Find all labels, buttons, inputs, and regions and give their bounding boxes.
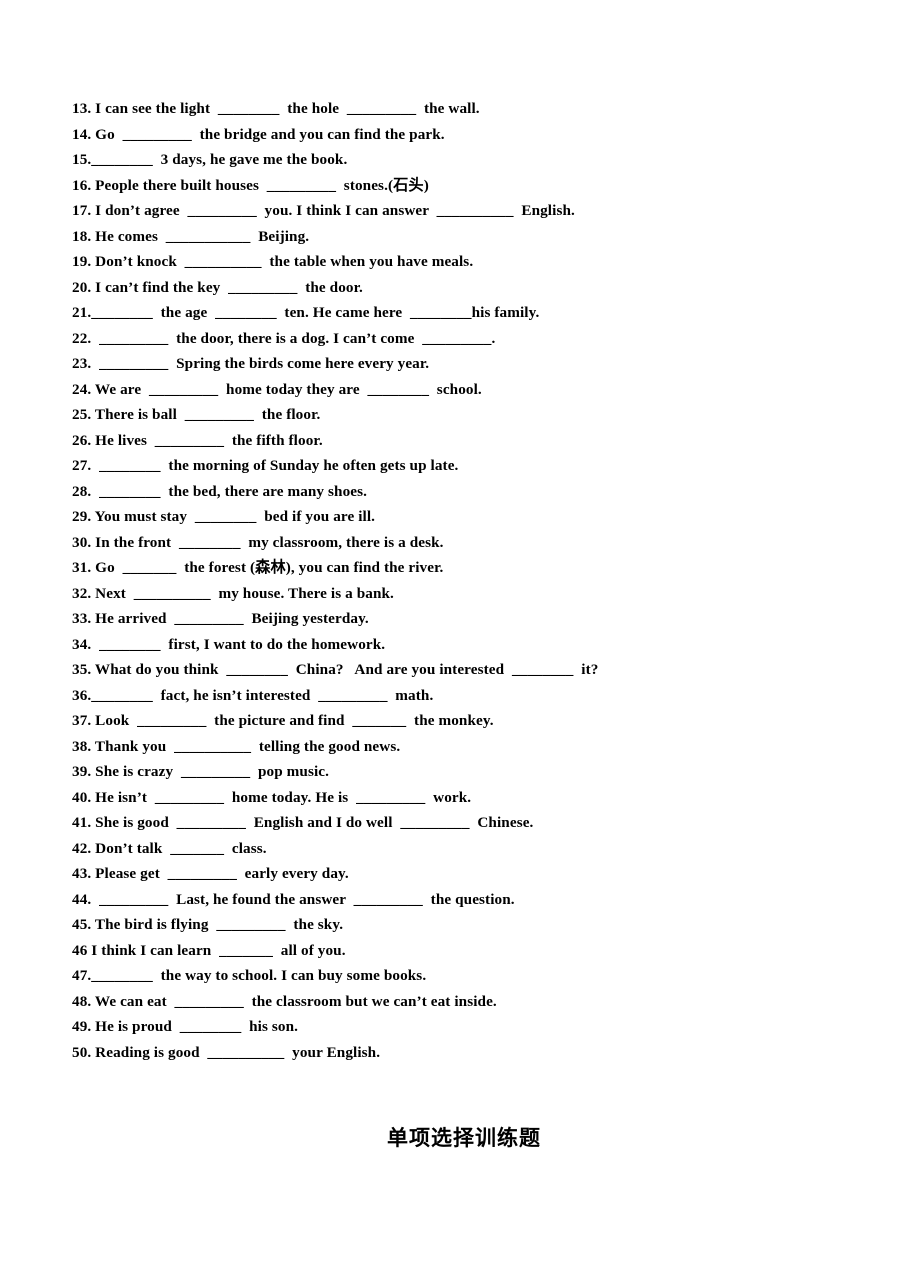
exercise-item: 37. Look _________ the picture and find … [72, 712, 494, 729]
exercise-item: 49. He is proud ________ his son. [72, 1018, 299, 1035]
exercise-item: 20. I can’t find the key _________ the d… [72, 278, 363, 296]
exercise-item: 33. He arrived _________ Beijing yesterd… [72, 610, 369, 627]
exercise-list: 13. I can see the light ________ the hol… [72, 96, 902, 1065]
exercise-item: 25. There is ball _________ the floor. [72, 406, 321, 423]
section-heading: 单项选择训练题 [0, 1122, 920, 1152]
exercise-item: 46 I think I can learn _______ all of yo… [72, 941, 346, 959]
exercise-item: 19. Don’t knock __________ the table whe… [72, 253, 474, 270]
exercise-item: 41. She is good _________ English and I … [72, 814, 534, 831]
exercise-item: 15.________ 3 days, he gave me the book. [72, 151, 348, 168]
exercise-item: 32. Next __________ my house. There is a… [72, 584, 394, 602]
exercise-item: 13. I can see the light ________ the hol… [72, 100, 480, 117]
worksheet-page: 13. I can see the light ________ the hol… [0, 0, 920, 1274]
exercise-item: 48. We can eat _________ the classroom b… [72, 992, 497, 1010]
exercise-item: 16. People there built houses _________ … [72, 176, 429, 194]
exercise-item: 45. The bird is flying _________ the sky… [72, 916, 344, 933]
exercise-item: 18. He comes ___________ Beijing. [72, 227, 310, 245]
exercise-item: 26. He lives _________ the fifth floor. [72, 431, 323, 449]
exercise-item: 39. She is crazy _________ pop music. [72, 763, 330, 780]
exercise-item: 30. In the front ________ my classroom, … [72, 533, 444, 551]
exercise-item: 29. You must stay ________ bed if you ar… [72, 508, 376, 525]
exercise-item: 31. Go _______ the forest (森林), you can … [72, 559, 444, 576]
exercise-item: 14. Go _________ the bridge and you can … [72, 125, 445, 143]
exercise-item: 23. _________ Spring the birds come here… [72, 355, 430, 372]
exercise-item: 47.________ the way to school. I can buy… [72, 967, 427, 984]
section-heading-label: 单项选择训练题 [387, 1126, 541, 1150]
exercise-item: 27. ________ the morning of Sunday he of… [72, 457, 459, 474]
exercise-item: 43. Please get _________ early every day… [72, 865, 349, 882]
exercise-item: 40. He isn’t _________ home today. He is… [72, 788, 472, 806]
exercise-item: 22. _________ the door, there is a dog. … [72, 329, 496, 347]
exercise-item: 21.________ the age ________ ten. He cam… [72, 304, 540, 321]
exercise-item: 34. ________ first, I want to do the hom… [72, 635, 386, 653]
exercise-item: 36.________ fact, he isn’t interested __… [72, 686, 434, 704]
exercise-item: 42. Don’t talk _______ class. [72, 839, 267, 857]
exercise-item: 50. Reading is good __________ your Engl… [72, 1043, 381, 1061]
exercise-item: 38. Thank you __________ telling the goo… [72, 737, 401, 755]
exercise-item: 24. We are _________ home today they are… [72, 380, 482, 398]
exercise-item: 35. What do you think ________ China? An… [72, 661, 599, 678]
exercise-item: 44. _________ Last, he found the answer … [72, 890, 515, 908]
exercise-item: 17. I don’t agree _________ you. I think… [72, 202, 575, 219]
exercise-item: 28. ________ the bed, there are many sho… [72, 482, 368, 500]
